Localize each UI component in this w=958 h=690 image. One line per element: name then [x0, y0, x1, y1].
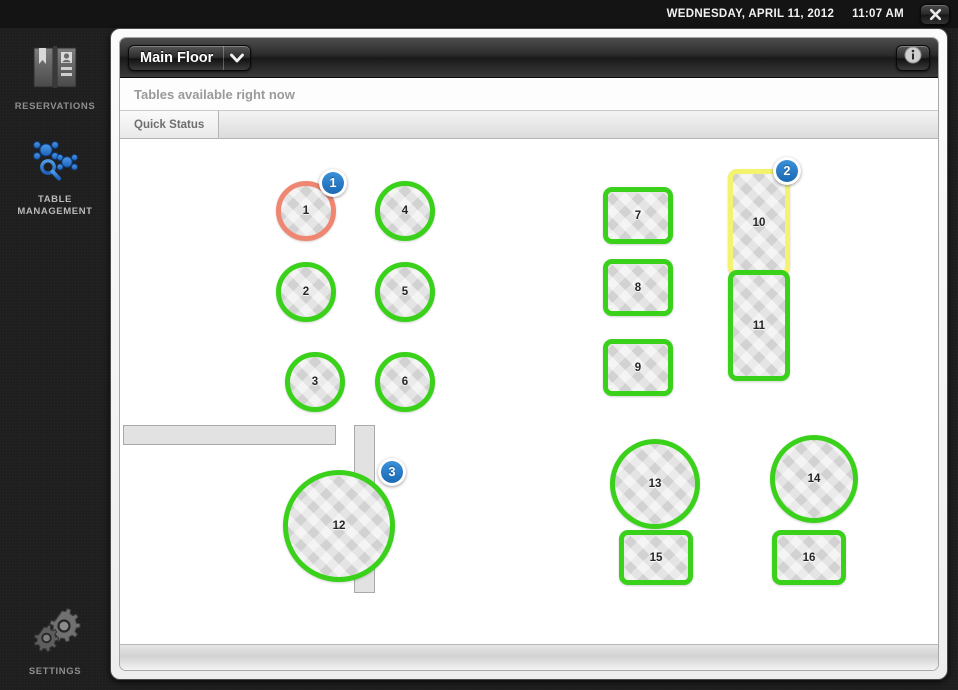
floor-table-8[interactable]: 8	[603, 259, 673, 316]
sidebar-item-reservations[interactable]: RESERVATIONS	[0, 42, 110, 113]
badge-count: 3	[381, 461, 403, 483]
sidebar-item-table-management[interactable]: TABLE MANAGEMENT	[0, 139, 110, 218]
current-time: 11:07 AM	[852, 8, 904, 20]
floor-table-16[interactable]: 16	[772, 530, 846, 585]
tab-strip: Quick Status	[120, 111, 938, 139]
floor-table-14[interactable]: 14	[770, 435, 858, 523]
table-number-label: 16	[802, 551, 816, 564]
floor-table-7[interactable]: 7	[603, 187, 673, 244]
table-number-label: 12	[332, 520, 346, 532]
table-number-label: 4	[401, 205, 409, 217]
table-number-label: 1	[302, 205, 310, 217]
subtitle-text: Tables available right now	[134, 86, 295, 102]
table-number-label: 9	[634, 361, 642, 374]
table-number-label: 7	[634, 209, 642, 222]
table-number-label: 2	[302, 286, 310, 298]
table-number-label: 5	[401, 286, 409, 298]
gears-icon	[28, 605, 82, 660]
tab-label-quick-status: Quick Status	[134, 118, 205, 131]
footer-bar	[120, 644, 938, 670]
floor-table-15[interactable]: 15	[619, 530, 693, 585]
floor-table-5[interactable]: 5	[375, 262, 435, 322]
table-number-label: 15	[649, 551, 663, 564]
toolbar: Main Floor	[120, 38, 938, 78]
window-content: Main Floor Tables available right now Qu…	[119, 37, 939, 671]
sidebar-item-label-settings: SETTINGS	[28, 666, 82, 677]
close-button[interactable]	[920, 3, 950, 25]
floor-table-2[interactable]: 2	[276, 262, 336, 322]
table-number-label: 13	[648, 478, 662, 490]
chevron-down-icon	[224, 46, 250, 70]
floor-table-1[interactable]: 1	[276, 181, 336, 241]
floor-table-10[interactable]: 10	[728, 169, 790, 276]
floor-table-11[interactable]: 11	[728, 270, 790, 381]
table-number-label: 6	[401, 376, 409, 388]
current-date: WEDNESDAY, APRIL 11, 2012	[666, 8, 835, 20]
table-number-label: 14	[807, 473, 821, 485]
info-button[interactable]	[896, 44, 930, 71]
floor-fixture-wall-top[interactable]	[123, 425, 336, 445]
desktop-background: WEDNESDAY, APRIL 11, 2012 11:07 AM RESER…	[0, 0, 958, 690]
floor-table-13[interactable]: 13	[610, 439, 700, 529]
floor-selector-dropdown[interactable]: Main Floor	[128, 44, 252, 71]
table-number-label: 3	[311, 376, 319, 388]
sidebar-label-line1: TABLE	[38, 194, 72, 205]
titlebar: WEDNESDAY, APRIL 11, 2012 11:07 AM	[0, 0, 958, 28]
floor-table-3[interactable]: 3	[285, 352, 345, 412]
sidebar-item-settings[interactable]: SETTINGS	[0, 605, 110, 678]
tab-quick-status[interactable]: Quick Status	[120, 111, 220, 138]
sidebar: RESERVATIONS TABLE MANAGEMENT SETTINGS	[0, 28, 110, 690]
sidebar-label-line2: MANAGEMENT	[17, 206, 93, 217]
floor-table-4[interactable]: 4	[375, 181, 435, 241]
table-number-label: 10	[752, 216, 766, 229]
info-icon	[904, 46, 922, 69]
floor-table-12[interactable]: 12	[283, 470, 395, 582]
floor-selector-label: Main Floor	[140, 49, 214, 66]
table-number-label: 8	[634, 281, 642, 294]
close-x-icon	[929, 8, 942, 21]
floor-table-9[interactable]: 9	[603, 339, 673, 396]
sidebar-item-label-table-management: TABLE MANAGEMENT	[17, 194, 92, 218]
sidebar-item-label-reservations: RESERVATIONS	[14, 101, 96, 112]
table-search-icon	[31, 139, 79, 188]
table-number-label: 11	[752, 319, 766, 332]
floor-table-6[interactable]: 6	[375, 352, 435, 412]
floor-plan-canvas[interactable]: 111234567891021112313141516	[120, 139, 938, 644]
app-window: Main Floor Tables available right now Qu…	[110, 28, 948, 680]
subtitle-bar: Tables available right now	[120, 78, 938, 111]
address-book-icon	[30, 42, 80, 95]
table-party-badge-12: 3	[378, 458, 406, 486]
